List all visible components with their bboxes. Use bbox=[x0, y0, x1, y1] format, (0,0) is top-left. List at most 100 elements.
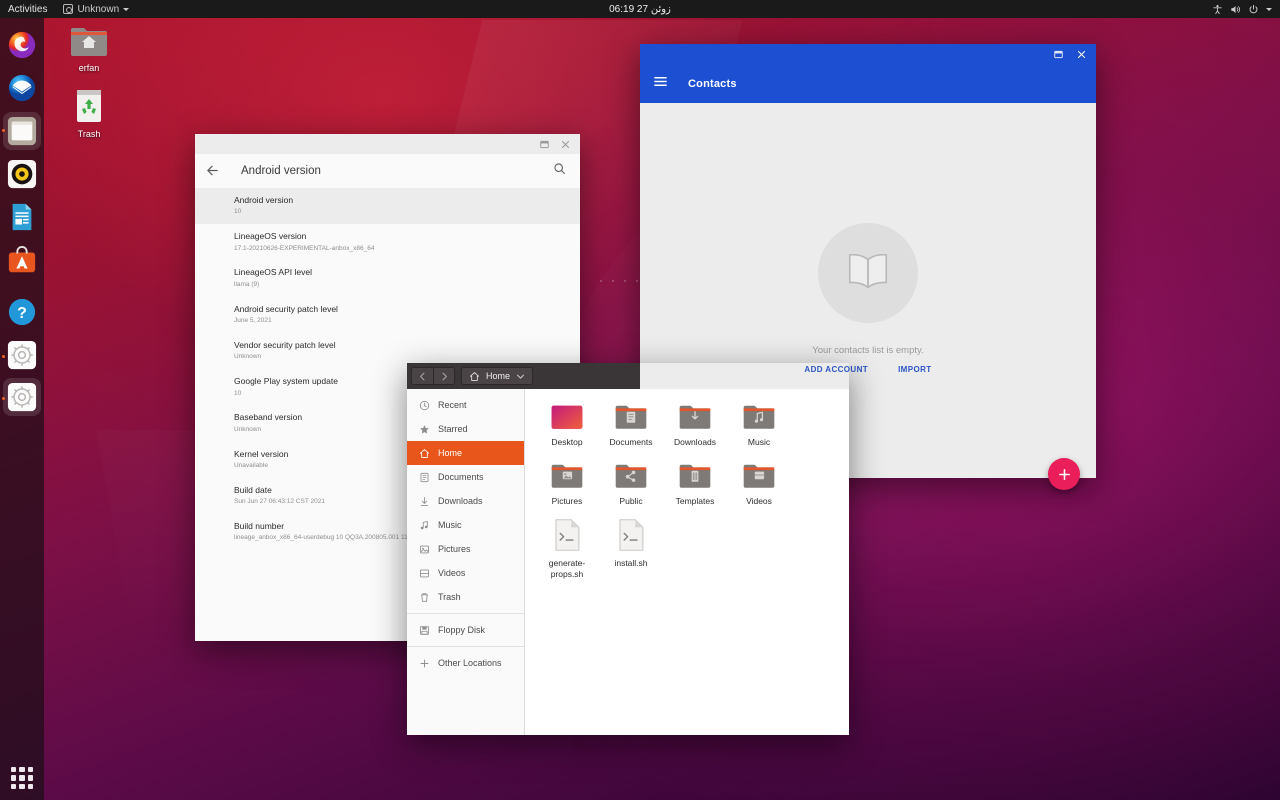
dock-item-libreoffice-writer[interactable] bbox=[7, 202, 37, 232]
empty-state: Your contacts list is empty. ADD ACCOUNT… bbox=[640, 223, 1096, 374]
file-item[interactable]: Music bbox=[727, 401, 791, 448]
sidebar-item-label: Videos bbox=[438, 568, 465, 578]
sidebar-item-label: Pictures bbox=[438, 544, 471, 554]
back-button[interactable] bbox=[195, 163, 229, 178]
sidebar-item-music[interactable]: Music bbox=[407, 513, 524, 537]
clock-label: زوئن 27 06:19 bbox=[609, 4, 671, 15]
maximize-icon[interactable] bbox=[1053, 49, 1064, 60]
music-note-icon bbox=[419, 520, 430, 531]
navigation-buttons bbox=[411, 367, 455, 385]
accessibility-icon bbox=[1212, 4, 1223, 15]
apps-grid-dot bbox=[28, 775, 33, 780]
sidebar-item-pictures[interactable]: Pictures bbox=[407, 537, 524, 561]
android-info-row[interactable]: Android version10 bbox=[195, 188, 580, 224]
path-label: Home bbox=[486, 371, 510, 381]
app-menu-button[interactable]: Unknown bbox=[55, 0, 137, 18]
help-icon: ? bbox=[7, 297, 37, 327]
android-info-row-value: June 5, 2021 bbox=[234, 316, 580, 326]
dock-item-firefox[interactable] bbox=[7, 30, 37, 60]
desktop-icon-trash[interactable]: Trash bbox=[57, 86, 121, 139]
android-info-row[interactable]: Android security patch levelJune 5, 2021 bbox=[195, 297, 580, 333]
android-info-row-title: LineageOS version bbox=[234, 231, 580, 242]
clock-button[interactable]: زوئن 27 06:19 bbox=[609, 4, 671, 15]
show-applications-button[interactable] bbox=[9, 765, 35, 791]
thunderbird-icon bbox=[7, 73, 37, 103]
path-bar-home[interactable]: Home bbox=[461, 367, 533, 385]
desktop-icon-home-folder[interactable]: erfan bbox=[57, 24, 121, 73]
dock-item-rhythmbox[interactable] bbox=[7, 159, 37, 189]
apps-grid-dot bbox=[11, 775, 16, 780]
android-info-row[interactable]: LineageOS API levelllama (9) bbox=[195, 260, 580, 296]
files-body: RecentStarredHomeDocumentsDownloadsMusic… bbox=[407, 389, 849, 735]
add-contact-fab[interactable] bbox=[1048, 458, 1080, 490]
android-window-title: Android version bbox=[241, 165, 541, 177]
desktop-icon-label: Trash bbox=[57, 129, 121, 139]
sidebar-item-starred[interactable]: Starred bbox=[407, 417, 524, 441]
forward-button[interactable] bbox=[433, 367, 455, 385]
file-item[interactable]: Templates bbox=[663, 460, 727, 507]
files-icon-grid[interactable]: DesktopDocumentsDownloadsMusic PicturesPu… bbox=[525, 389, 849, 735]
file-item[interactable]: Downloads bbox=[663, 401, 727, 448]
folder-icon bbox=[535, 401, 599, 433]
sidebar-separator bbox=[407, 613, 524, 614]
sidebar-item-videos[interactable]: Videos bbox=[407, 561, 524, 585]
file-item[interactable]: Pictures bbox=[535, 460, 599, 507]
maximize-icon[interactable] bbox=[539, 139, 550, 150]
contacts-window-titlebar[interactable] bbox=[640, 44, 1096, 65]
search-button[interactable] bbox=[553, 162, 566, 180]
close-icon[interactable] bbox=[560, 139, 571, 150]
dock-item-help[interactable]: ? bbox=[7, 297, 37, 327]
file-item[interactable]: generate-props.sh bbox=[535, 518, 599, 579]
system-tray[interactable] bbox=[1204, 0, 1280, 18]
sidebar-item-label: Floppy Disk bbox=[438, 625, 485, 635]
script-file-icon bbox=[599, 518, 663, 554]
sidebar-item-recent[interactable]: Recent bbox=[407, 393, 524, 417]
sidebar-item-trash[interactable]: Trash bbox=[407, 585, 524, 609]
sidebar-item-floppy-disk[interactable]: Floppy Disk bbox=[407, 618, 524, 642]
gnome-top-bar: Activities Unknown زوئن 27 06:19 bbox=[0, 0, 1280, 18]
video-icon bbox=[419, 568, 430, 579]
chevron-left-icon bbox=[418, 372, 427, 381]
folder-icon bbox=[599, 401, 663, 433]
file-item[interactable]: Public bbox=[599, 460, 663, 507]
apps-grid-dot bbox=[11, 767, 16, 772]
file-item-label: Documents bbox=[599, 437, 663, 448]
dock-running-dot-files bbox=[2, 129, 5, 132]
apps-grid-dot bbox=[19, 784, 24, 789]
dock-item-anbox-contacts[interactable] bbox=[7, 382, 37, 412]
activities-button[interactable]: Activities bbox=[0, 0, 55, 18]
dock-item-ubuntu-software[interactable] bbox=[7, 245, 37, 275]
file-item[interactable]: Desktop bbox=[535, 401, 599, 448]
contacts-window-title: Contacts bbox=[688, 78, 737, 90]
import-button[interactable]: IMPORT bbox=[898, 365, 932, 374]
back-button[interactable] bbox=[411, 367, 433, 385]
dock-item-files[interactable] bbox=[7, 116, 37, 146]
file-item[interactable]: Videos bbox=[727, 460, 791, 507]
android-info-row-title: Vendor security patch level bbox=[234, 340, 580, 351]
sidebar-item-label: Recent bbox=[438, 400, 467, 410]
dock-item-thunderbird[interactable] bbox=[7, 73, 37, 103]
sidebar-item-documents[interactable]: Documents bbox=[407, 465, 524, 489]
file-item[interactable]: install.sh bbox=[599, 518, 663, 579]
sidebar-item-home[interactable]: Home bbox=[407, 441, 524, 465]
android-window-titlebar[interactable] bbox=[195, 134, 580, 154]
svg-text:?: ? bbox=[17, 305, 27, 322]
arrow-left-icon bbox=[205, 163, 220, 178]
hamburger-menu-button[interactable] bbox=[653, 74, 668, 94]
file-item[interactable]: Documents bbox=[599, 401, 663, 448]
empty-state-circle bbox=[818, 223, 918, 323]
plus-icon bbox=[1057, 467, 1072, 482]
sidebar-item-other-locations[interactable]: Other Locations bbox=[407, 651, 524, 675]
sidebar-item-downloads[interactable]: Downloads bbox=[407, 489, 524, 513]
sidebar-item-label: Starred bbox=[438, 424, 468, 434]
sidebar-item-label: Trash bbox=[438, 592, 461, 602]
close-icon[interactable] bbox=[1076, 49, 1087, 60]
desktop-icon-label: erfan bbox=[57, 63, 121, 73]
files-window: Home RecentStarredHomeDocumentsDownloads… bbox=[407, 363, 849, 735]
dock-item-anbox-settings[interactable] bbox=[7, 340, 37, 370]
folder-icon bbox=[535, 460, 599, 492]
android-info-row[interactable]: LineageOS version17.1-20210626-EXPERIMEN… bbox=[195, 224, 580, 260]
power-icon bbox=[1248, 4, 1259, 15]
files-headerbar: Home bbox=[407, 363, 640, 389]
activities-label: Activities bbox=[8, 4, 47, 15]
